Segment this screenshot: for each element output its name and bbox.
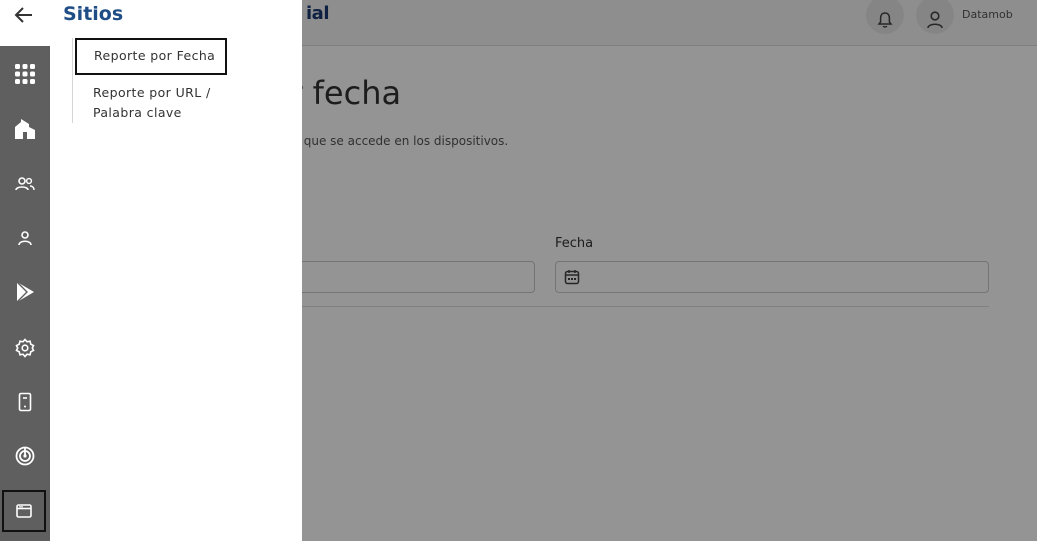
arrow-left-icon — [14, 7, 32, 23]
users-icon — [15, 177, 35, 191]
browser-window-icon — [16, 504, 32, 518]
rail-item-sites[interactable] — [2, 490, 46, 532]
submenu-panel: Sitios Reporte por Fecha Reporte por URL… — [50, 0, 302, 541]
rail-item-play-store[interactable] — [0, 270, 50, 314]
rail-item-apps[interactable] — [0, 52, 50, 96]
rail-item-users[interactable] — [0, 162, 50, 206]
play-store-icon — [16, 281, 34, 303]
rail-item-radar[interactable] — [0, 434, 50, 478]
apps-grid-icon — [15, 64, 35, 84]
rail-item-settings[interactable] — [0, 326, 50, 370]
user-icon — [18, 231, 32, 246]
rail-item-building[interactable] — [0, 107, 50, 151]
panel-title: Sitios — [63, 3, 124, 25]
radar-icon — [15, 446, 35, 466]
rail-item-user[interactable] — [0, 216, 50, 260]
side-rail — [0, 46, 50, 541]
device-icon — [18, 392, 32, 412]
submenu-list: Reporte por Fecha Reporte por URL / Pala… — [72, 38, 272, 123]
submenu-item-report-by-date[interactable]: Reporte por Fecha — [75, 38, 227, 75]
settings-icon — [15, 338, 35, 358]
rail-header — [0, 0, 50, 46]
building-icon — [15, 119, 35, 139]
rail-item-device[interactable] — [0, 380, 50, 424]
submenu-item-report-by-url[interactable]: Reporte por URL / Palabra clave — [73, 75, 223, 123]
back-button[interactable] — [12, 4, 36, 26]
